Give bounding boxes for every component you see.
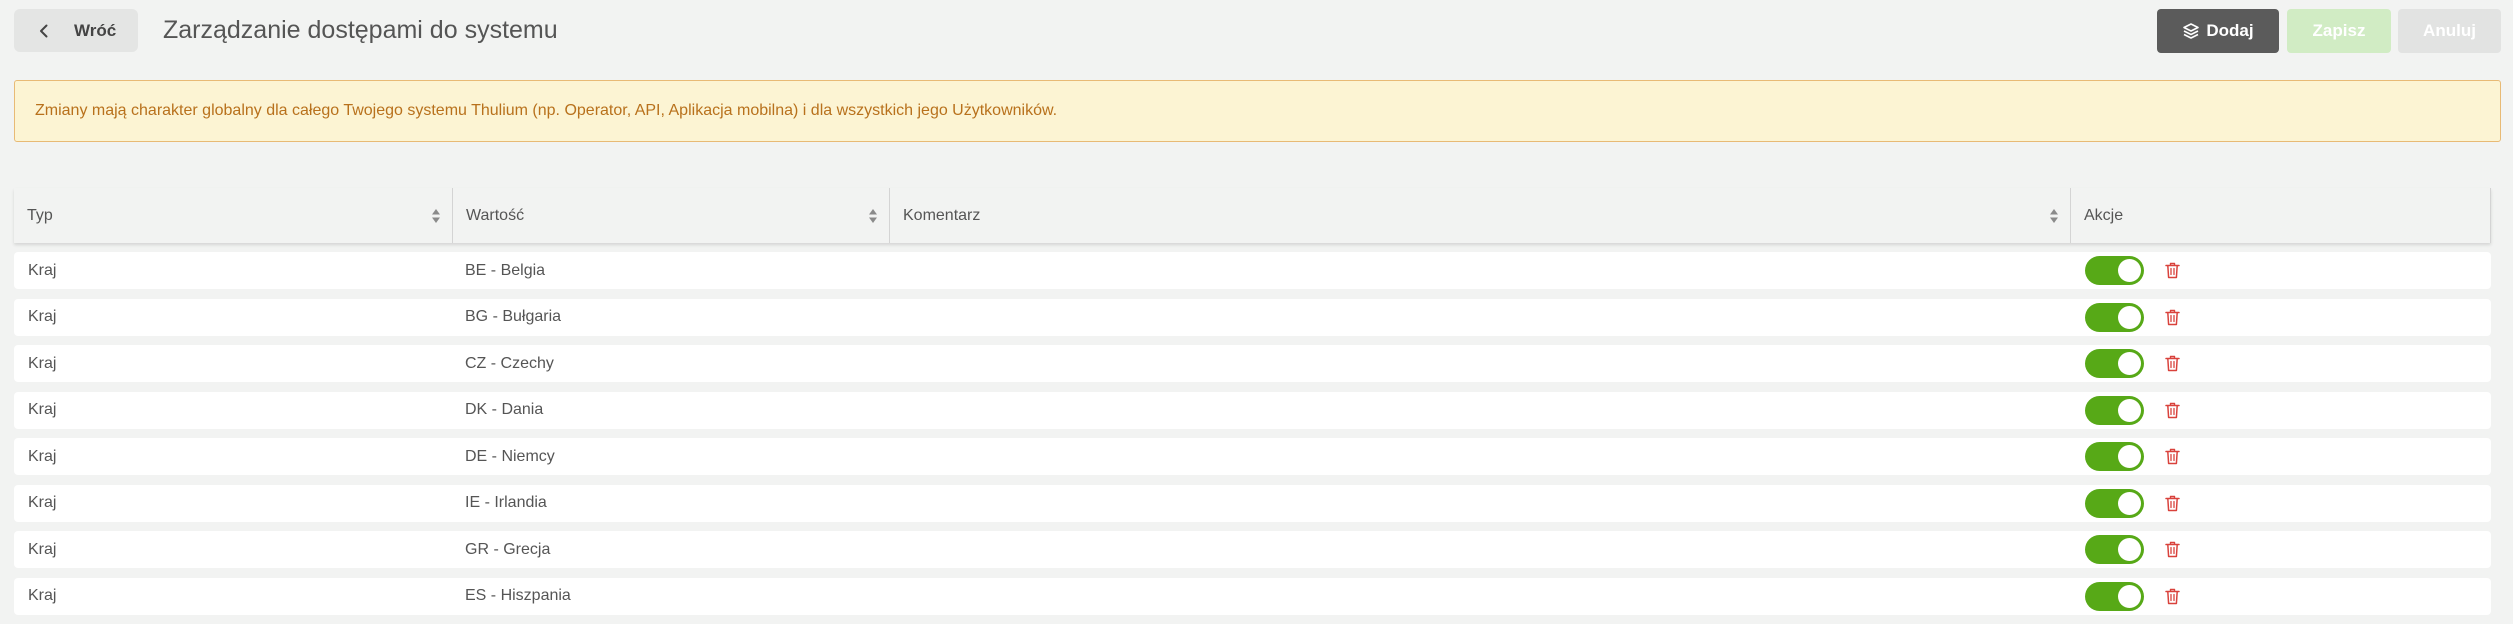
table-body: Kraj BE - Belgia Kraj BG - Bułgaria Kraj… xyxy=(14,252,2491,624)
trash-icon[interactable] xyxy=(2165,262,2180,279)
table-row: Kraj BE - Belgia xyxy=(14,252,2491,289)
toggle-knob xyxy=(2118,584,2141,608)
table-header: Typ Wartość Komentarz Akcje xyxy=(14,188,2491,243)
sort-icon[interactable] xyxy=(868,208,878,224)
trash-icon[interactable] xyxy=(2165,448,2180,465)
column-header-wartosc[interactable]: Wartość xyxy=(452,188,889,243)
column-header-label: Akcje xyxy=(2084,206,2124,224)
active-toggle[interactable] xyxy=(2085,256,2144,285)
sort-icon[interactable] xyxy=(431,208,441,224)
page-title: Zarządzanie dostępami do systemu xyxy=(163,16,558,44)
trash-icon[interactable] xyxy=(2165,402,2180,419)
cell-typ: Kraj xyxy=(28,587,57,604)
cell-wartosc: BE - Belgia xyxy=(465,261,546,279)
back-button[interactable]: Wróć xyxy=(14,9,138,52)
table-row: Kraj BG - Bułgaria xyxy=(14,298,2491,336)
toggle-knob xyxy=(2118,491,2141,515)
table-row: Kraj ES - Hiszpania xyxy=(14,577,2491,615)
trash-icon[interactable] xyxy=(2165,355,2180,372)
toggle-knob xyxy=(2118,352,2141,375)
column-header-label: Typ xyxy=(27,206,53,224)
trash-icon[interactable] xyxy=(2165,309,2180,326)
table-row: Kraj DE - Niemcy xyxy=(14,438,2491,475)
add-button-label: Dodaj xyxy=(2206,21,2254,40)
add-button[interactable]: Dodaj xyxy=(2157,9,2279,53)
active-toggle[interactable] xyxy=(2085,488,2144,518)
column-header-label: Wartość xyxy=(466,206,525,224)
cell-typ: Kraj xyxy=(28,354,57,372)
column-header-komentarz[interactable]: Komentarz xyxy=(889,188,2070,243)
toggle-knob xyxy=(2118,259,2141,282)
save-button-label: Zapisz xyxy=(2312,21,2366,40)
active-toggle[interactable] xyxy=(2085,581,2144,611)
chevron-left-icon xyxy=(40,24,48,37)
table-row: Kraj IE - Irlandia xyxy=(14,484,2491,522)
back-button-label: Wróć xyxy=(74,20,117,40)
save-button[interactable]: Zapisz xyxy=(2287,9,2391,53)
top-bar: Wróć Zarządzanie dostępami do systemu Do… xyxy=(0,0,2513,62)
column-header-typ[interactable]: Typ xyxy=(14,188,452,243)
cell-wartosc: CZ - Czechy xyxy=(465,354,554,372)
toggle-knob xyxy=(2118,305,2141,329)
cell-wartosc: BG - Bułgaria xyxy=(465,308,562,325)
cell-wartosc: DE - Niemcy xyxy=(465,447,555,465)
trash-icon[interactable] xyxy=(2165,541,2180,558)
cell-typ: Kraj xyxy=(28,401,57,418)
table-row: Kraj DK - Dania xyxy=(14,391,2491,429)
sort-icon[interactable] xyxy=(2049,208,2059,224)
trash-icon[interactable] xyxy=(2165,588,2180,605)
active-toggle[interactable] xyxy=(2085,442,2144,471)
cell-typ: Kraj xyxy=(28,447,57,465)
cancel-button[interactable]: Anuluj xyxy=(2398,9,2501,53)
table-row: Kraj GR - Grecja xyxy=(14,531,2491,568)
toggle-knob xyxy=(2118,445,2141,468)
cell-wartosc: DK - Dania xyxy=(465,401,544,418)
active-toggle[interactable] xyxy=(2085,395,2144,425)
layers-plus-icon xyxy=(2183,23,2200,39)
active-toggle[interactable] xyxy=(2085,302,2144,332)
cell-wartosc: GR - Grecja xyxy=(465,540,551,558)
cell-wartosc: IE - Irlandia xyxy=(465,494,547,511)
cell-typ: Kraj xyxy=(28,308,57,325)
column-header-akcje: Akcje xyxy=(2070,188,2491,243)
notice-text: Zmiany mają charakter globalny dla całeg… xyxy=(35,102,1058,119)
trash-icon[interactable] xyxy=(2165,495,2180,512)
global-changes-notice: Zmiany mają charakter globalny dla całeg… xyxy=(14,80,2501,142)
cell-typ: Kraj xyxy=(28,540,57,558)
active-toggle[interactable] xyxy=(2085,535,2144,564)
cell-typ: Kraj xyxy=(28,261,57,279)
cancel-button-label: Anuluj xyxy=(2423,21,2476,40)
toggle-knob xyxy=(2118,398,2141,422)
cell-typ: Kraj xyxy=(28,494,57,511)
toggle-knob xyxy=(2118,538,2141,561)
active-toggle[interactable] xyxy=(2085,349,2144,378)
cell-wartosc: ES - Hiszpania xyxy=(465,587,571,604)
table-row: Kraj CZ - Czechy xyxy=(14,345,2491,382)
column-header-label: Komentarz xyxy=(903,206,981,224)
